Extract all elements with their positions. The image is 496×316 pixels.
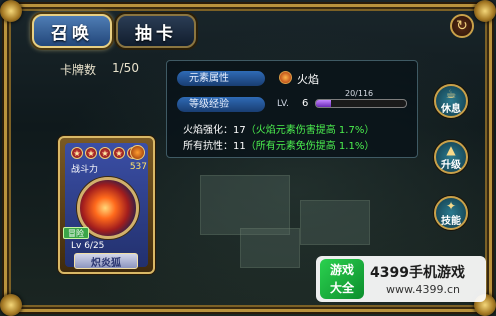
star-rating: ★ ★ ★ ★ ★ [71, 147, 139, 159]
card-count-value: 1/50 [112, 61, 139, 75]
power-value: 537 [129, 162, 147, 172]
stat-all-resist: 所有抗性：11（所有元素免伤提高 1.1%） [183, 137, 374, 152]
card-power: 战斗力 537 [71, 162, 147, 175]
level-value: 6 [302, 98, 309, 109]
frame-corner-ornament [474, 0, 496, 22]
power-label: 战斗力 [71, 165, 99, 175]
stat-all-resist-detail: （所有元素免伤提高 1.1%） [245, 141, 375, 152]
monster-card[interactable]: ★ ★ ★ ★ ★ 战斗力 537 冒险 Lv 6/25 炽炎狐 [58, 136, 155, 274]
tab-draw-card[interactable]: 抽卡 [116, 14, 196, 48]
star-icon: ★ [71, 147, 83, 159]
rest-button-label: 休息 [441, 103, 461, 115]
element-value: 火焰 [297, 73, 319, 86]
cup-icon: ☕ [445, 86, 457, 101]
frame-corner-ornament [0, 294, 22, 316]
skill-button-label: 技能 [441, 215, 461, 227]
ruin-block [200, 175, 290, 235]
ruin-block [300, 200, 370, 245]
watermark-logo: 游戏 大全 [320, 259, 364, 299]
watermark: 游戏 大全 4399手机游戏 www.4399.cn [316, 256, 486, 302]
skill-icon: ✦ [445, 198, 457, 213]
fire-element-icon [279, 71, 292, 84]
watermark-title: 4399手机游戏 [370, 265, 465, 281]
arrow-up-icon: ▲ [446, 142, 456, 157]
xp-progress-fill [316, 100, 332, 107]
card-level: Lv 6/25 [71, 241, 105, 251]
adventure-badge: 冒险 [63, 227, 89, 239]
watermark-url: www.4399.cn [386, 283, 460, 296]
game-screen: 召唤 抽卡 ↻ 卡牌数 1/50 ★ ★ ★ ★ ★ 战斗力 537 冒险 Lv… [0, 0, 496, 316]
card-inner: ★ ★ ★ ★ ★ 战斗力 537 冒险 Lv 6/25 炽炎狐 [63, 143, 148, 269]
attribute-panel: 元素属性 火焰 等级经验 LV. 6 20/116 火焰强化：17（火焰元素伤害… [166, 60, 418, 158]
stat-all-resist-label: 所有抗性：11 [183, 141, 246, 152]
level-prefix: LV. [277, 99, 289, 109]
upgrade-button-label: 升级 [441, 159, 461, 171]
monster-name: 炽炎狐 [74, 253, 138, 269]
frame-corner-ornament [0, 0, 22, 22]
watermark-logo-bottom: 大全 [329, 281, 354, 295]
xp-text: 20/116 [345, 89, 374, 98]
tab-summon[interactable]: 召唤 [32, 14, 112, 48]
rest-button[interactable]: ☕ 休息 [434, 84, 468, 118]
upgrade-button[interactable]: ▲ 升级 [434, 140, 468, 174]
ruin-block [240, 228, 300, 268]
xp-progress-bar [315, 99, 407, 108]
element-attr-label: 元素属性 [177, 71, 265, 86]
fire-element-icon [130, 145, 145, 160]
stat-fire-boost-detail: （火焰元素伤害提高 1.7%） [245, 125, 375, 136]
refresh-icon[interactable]: ↻ [450, 14, 474, 38]
watermark-logo-top: 游戏 [329, 263, 354, 277]
card-count-label: 卡牌数 [60, 63, 97, 77]
stat-fire-boost-label: 火焰强化：17 [183, 125, 246, 136]
level-exp-label: 等级经验 [177, 97, 265, 112]
skill-button[interactable]: ✦ 技能 [434, 196, 468, 230]
star-icon: ★ [113, 147, 125, 159]
stat-fire-boost: 火焰强化：17（火焰元素伤害提高 1.7%） [183, 121, 374, 136]
star-icon: ★ [85, 147, 97, 159]
star-icon: ★ [99, 147, 111, 159]
